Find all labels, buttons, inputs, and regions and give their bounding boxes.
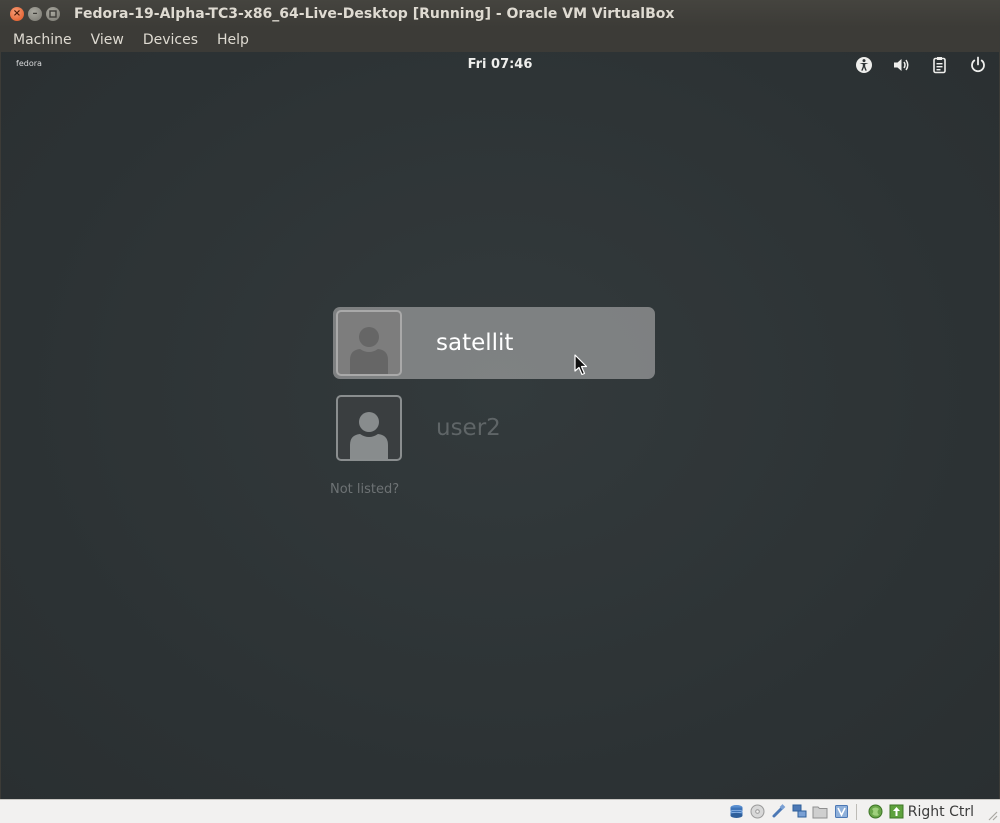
menu-machine[interactable]: Machine xyxy=(13,32,72,48)
shared-folder-icon[interactable] xyxy=(812,803,829,820)
system-tray xyxy=(853,55,989,75)
accessibility-icon[interactable] xyxy=(853,55,875,75)
status-bar: Right Ctrl xyxy=(0,799,1000,823)
virtualization-icon[interactable] xyxy=(867,803,884,820)
window-controls: × – xyxy=(10,6,60,21)
menu-bar: Machine View Devices Help xyxy=(0,27,1000,52)
gnome-top-bar: fedora Fri 07:46 xyxy=(1,52,999,78)
user-list-item[interactable]: user2 xyxy=(333,392,655,464)
hard-disk-icon[interactable] xyxy=(728,803,745,820)
resize-grip-icon[interactable] xyxy=(986,809,998,821)
menu-devices[interactable]: Devices xyxy=(143,32,198,48)
user-name: user2 xyxy=(436,415,501,441)
not-listed-link[interactable]: Not listed? xyxy=(330,482,399,497)
clipboard-icon[interactable] xyxy=(929,55,951,75)
clock[interactable]: Fri 07:46 xyxy=(1,57,999,72)
user-name: satellit xyxy=(436,330,514,356)
window-title: Fedora-19-Alpha-TC3-x86_64-Live-Desktop … xyxy=(74,5,675,22)
status-separator xyxy=(855,803,857,820)
menu-view[interactable]: View xyxy=(91,32,124,48)
window-titlebar[interactable]: × – Fedora-19-Alpha-TC3-x86_64-Live-Desk… xyxy=(0,0,1000,27)
mouse-pointer-icon xyxy=(574,354,588,376)
usb-icon[interactable] xyxy=(770,803,787,820)
optical-drive-icon[interactable] xyxy=(749,803,766,820)
user-avatar-icon xyxy=(336,395,402,461)
user-list-item[interactable]: satellit xyxy=(333,307,655,379)
minimize-icon[interactable]: – xyxy=(28,6,42,21)
volume-icon[interactable] xyxy=(891,55,913,75)
video-capture-icon[interactable] xyxy=(833,803,850,820)
menu-help[interactable]: Help xyxy=(217,32,249,48)
host-key-label: Right Ctrl xyxy=(907,803,974,820)
mouse-integration-icon[interactable] xyxy=(888,803,905,820)
close-icon[interactable]: × xyxy=(10,6,24,21)
power-icon[interactable] xyxy=(967,55,989,75)
network-icon[interactable] xyxy=(791,803,808,820)
user-avatar-icon xyxy=(336,310,402,376)
guest-screen[interactable]: fedora Fri 07:46 satellit user2 Not list… xyxy=(1,52,999,799)
maximize-icon[interactable] xyxy=(46,6,60,21)
